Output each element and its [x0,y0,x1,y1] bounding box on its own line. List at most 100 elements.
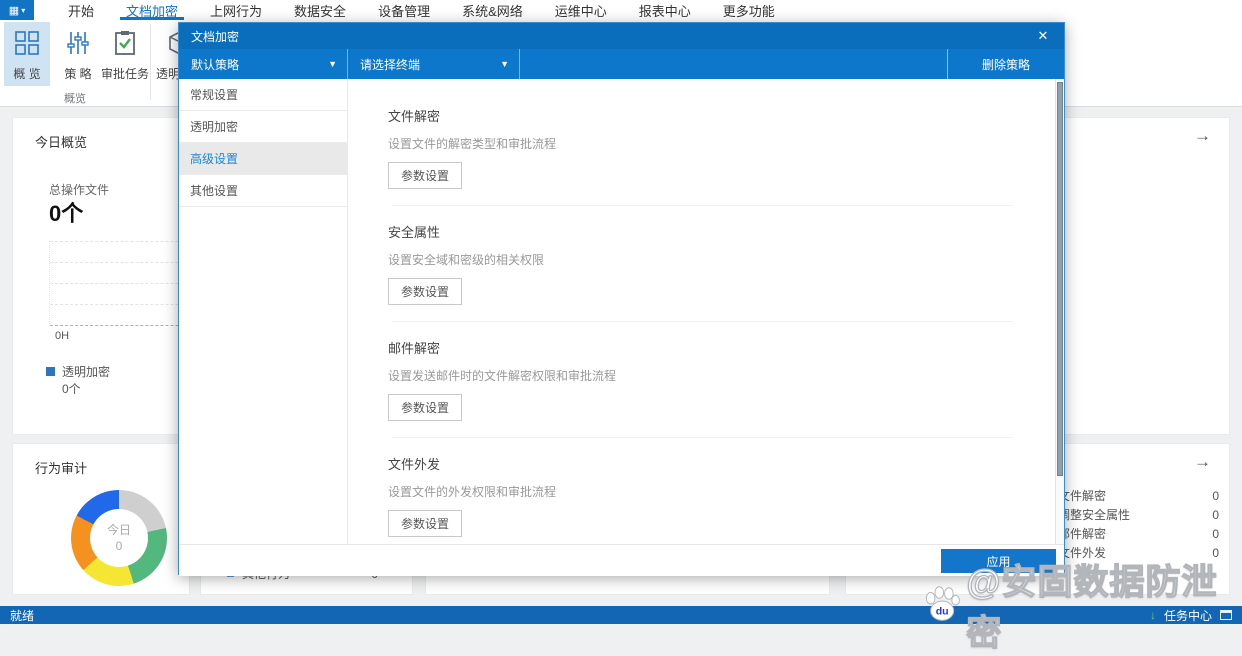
section-desc: 设置文件的外发权限和审批流程 [388,485,557,499]
menu-item-system-network[interactable]: 系统&网络 [446,0,539,20]
caret-down-icon: ▾ [21,5,26,15]
menu-bar: ▦ ▾ 开始 文档加密 上网行为 数据安全 设备管理 系统&网络 运维中心 报表… [0,0,1242,20]
menu-item-doc-encryption[interactable]: 文档加密 [110,0,194,20]
delete-policy-button[interactable]: 删除策略 [947,49,1064,79]
row-label: 文件外发 [1058,546,1107,560]
terminal-select[interactable]: 请选择终端 ▼ [348,49,520,79]
donut-center-line2: 0 [115,539,123,553]
sidebar-item-transparent-encryption[interactable]: 透明加密 [179,111,347,143]
filter-bar-spacer [520,49,947,79]
dialog-title-bar: 文档加密 ✕ [179,23,1064,49]
terminal-select-value: 请选择终端 [360,57,421,72]
row-label: 邮件解密 [1058,527,1107,541]
param-settings-button[interactable]: 参数设置 [388,394,463,421]
section-desc: 设置发送邮件时的文件解密权限和审批流程 [388,369,617,383]
app-menu-button[interactable]: ▦ ▾ [0,0,34,20]
row-label: 调整安全属性 [1058,508,1131,522]
section-desc: 设置安全域和密级的相关权限 [388,253,545,267]
total-files-value: 0个 [49,201,84,226]
row-label: 文件解密 [1058,489,1107,503]
legend-swatch-icon [46,367,55,376]
section-title: 安全属性 [388,225,441,240]
task-window-icon[interactable] [1220,610,1232,620]
app-grid-icon: ▦ [8,4,20,17]
ribbon-divider [150,24,151,100]
audit-card: 行为审计 今日 0 [12,443,190,595]
ribbon-button-label: 策 略 [64,67,92,81]
section-security-attr: 安全属性 设置安全域和密级的相关权限 参数设置 [388,222,1055,305]
donut-center-line1: 今日 [106,523,131,537]
row-value: 0 [1212,526,1219,541]
dialog-content: 文件解密 设置文件的解密类型和审批流程 参数设置 安全属性 设置安全域和密级的相… [348,79,1055,544]
section-divider [392,437,1013,438]
section-title: 文件解密 [388,109,441,124]
arrow-right-icon[interactable]: → [1194,452,1211,472]
menu-item-web-behavior[interactable]: 上网行为 [194,0,278,20]
section-mail-decrypt: 邮件解密 设置发送邮件时的文件解密权限和审批流程 参数设置 [388,338,1055,421]
param-settings-button[interactable]: 参数设置 [388,278,463,305]
download-arrow-icon: ↓ [1149,608,1156,622]
section-desc: 设置文件的解密类型和审批流程 [388,137,557,151]
status-ready-label: 就绪 [10,608,35,623]
doc-encryption-dialog: 文档加密 ✕ 默认策略 ▼ 请选择终端 ▼ 删除策略 常规设置 透明加密 高级设… [178,22,1065,576]
section-title: 邮件解密 [388,341,441,356]
legend-label: 透明加密 [62,365,111,379]
ribbon-button-approval-tasks[interactable]: 审批任务 [100,22,150,86]
param-settings-button[interactable]: 参数设置 [388,162,463,189]
row-mail-decrypt[interactable]: 邮件解密 0 [1058,524,1221,543]
sidebar-item-advanced[interactable]: 高级设置 [179,143,347,175]
donut-center-label: 今日 0 [90,509,148,567]
caret-down-icon: ▼ [500,59,509,69]
ribbon-button-overview[interactable]: 概 览 [4,22,50,86]
dialog-body: 常规设置 透明加密 高级设置 其他设置 文件解密 设置文件的解密类型和审批流程 … [179,79,1064,544]
dialog-title: 文档加密 [191,29,240,44]
ribbon-button-label: 审批任务 [100,67,149,81]
caret-down-icon: ▼ [328,59,337,69]
legend-value: 0个 [62,382,81,396]
x-axis-label: 0H [55,330,70,342]
close-icon[interactable]: ✕ [1034,28,1052,44]
sliders-icon [67,32,89,54]
approval-rows: 文件解密 0 调整安全属性 0 邮件解密 0 文件外发 0 [1058,486,1221,562]
section-title: 文件外发 [388,457,441,472]
menu-item-report-center[interactable]: 报表中心 [623,0,707,20]
ribbon-group-label: 概览 [64,93,86,105]
task-center-button[interactable]: 任务中心 [1164,607,1212,624]
section-file-outgoing: 文件外发 设置文件的外发权限和审批流程 参数设置 [388,454,1055,537]
scrollbar-thumb[interactable] [1057,82,1063,476]
arrow-right-icon[interactable]: → [1194,126,1211,146]
dialog-sidebar: 常规设置 透明加密 高级设置 其他设置 [179,79,348,544]
ribbon-button-label: 概 览 [13,67,41,81]
dialog-scrollbar[interactable] [1055,79,1064,544]
section-file-decrypt: 文件解密 设置文件的解密类型和审批流程 参数设置 [388,106,1055,189]
apply-button[interactable]: 应用 [941,549,1056,573]
menu-item-start[interactable]: 开始 [52,0,110,20]
param-settings-button[interactable]: 参数设置 [388,510,463,537]
menu-item-ops-center[interactable]: 运维中心 [539,0,623,20]
clipboard-check-icon [115,31,135,55]
row-value: 0 [1212,507,1219,522]
dialog-footer: 应用 [179,544,1064,576]
chart-legend[interactable]: 透明加密 [46,363,110,380]
menu-item-device-mgmt[interactable]: 设备管理 [362,0,446,20]
sidebar-item-general[interactable]: 常规设置 [179,79,347,111]
overview-card-title: 今日概览 [35,135,88,150]
policy-select-value: 默认策略 [191,57,240,72]
dialog-filter-bar: 默认策略 ▼ 请选择终端 ▼ 删除策略 [179,49,1064,79]
row-file-decrypt[interactable]: 文件解密 0 [1058,486,1221,505]
status-bar: 就绪 ↓ 任务中心 [0,606,1242,624]
section-divider [392,321,1013,322]
policy-select[interactable]: 默认策略 ▼ [179,49,348,79]
row-file-outgoing[interactable]: 文件外发 0 [1058,543,1221,562]
menu-items: 开始 文档加密 上网行为 数据安全 设备管理 系统&网络 运维中心 报表中心 更… [52,0,791,20]
sidebar-item-other[interactable]: 其他设置 [179,175,347,207]
grid-icon [15,31,39,55]
behavior-donut-chart: 今日 0 [71,490,167,586]
audit-card-title: 行为审计 [35,461,88,476]
menu-item-data-security[interactable]: 数据安全 [278,0,362,20]
row-value: 0 [1212,488,1219,503]
menu-item-more[interactable]: 更多功能 [707,0,791,20]
section-divider [392,205,1013,206]
ribbon-button-policy[interactable]: 策 略 [55,22,101,86]
row-adjust-security[interactable]: 调整安全属性 0 [1058,505,1221,524]
